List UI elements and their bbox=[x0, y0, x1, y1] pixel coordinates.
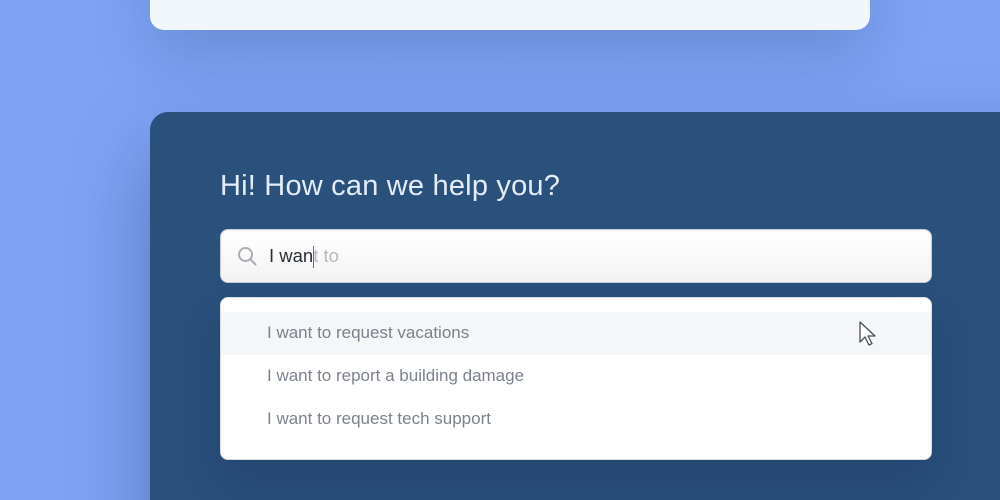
text-caret bbox=[313, 246, 314, 268]
search-ghost-completion: t to bbox=[313, 245, 339, 266]
suggestion-item[interactable]: I want to request vacations bbox=[221, 312, 931, 355]
search-typed-text: I wan bbox=[269, 245, 313, 266]
help-panel: Hi! How can we help you? I want to I wan… bbox=[150, 112, 1000, 500]
search-area: I want to I want to request vacations I … bbox=[220, 229, 932, 460]
background-card-fragment bbox=[150, 0, 870, 30]
search-input[interactable]: I want to bbox=[220, 229, 932, 283]
search-text[interactable]: I want to bbox=[269, 247, 917, 266]
suggestion-item[interactable]: I want to request tech support bbox=[221, 398, 931, 441]
suggestion-item[interactable]: I want to report a building damage bbox=[221, 355, 931, 398]
greeting-heading: Hi! How can we help you? bbox=[220, 170, 1000, 203]
search-icon bbox=[235, 244, 259, 268]
suggestions-dropdown: I want to request vacations I want to re… bbox=[220, 297, 932, 460]
